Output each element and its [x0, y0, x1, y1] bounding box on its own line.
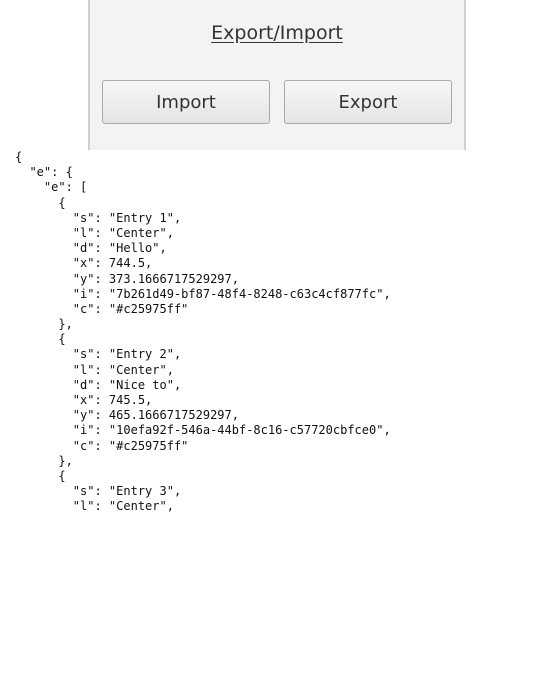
json-line: { — [15, 150, 23, 164]
json-output: { "e": { "e": [ { "s": "Entry 1", "l": "… — [15, 150, 535, 515]
panel-title: Export/Import — [211, 22, 343, 44]
import-button[interactable]: Import — [102, 80, 270, 124]
export-button[interactable]: Export — [284, 80, 452, 124]
json-line: "x": 745.5, — [15, 393, 153, 407]
json-line: "c": "#c25975ff" — [15, 301, 189, 316]
json-line: }, — [15, 317, 73, 332]
json-line: "y": 373.1666717529297, — [15, 271, 239, 286]
json-line: "s": "Entry 1", — [15, 210, 182, 225]
json-line: "y": 465.1666717529297, — [15, 408, 239, 423]
json-line: { — [15, 195, 66, 210]
json-line: }, — [15, 453, 73, 468]
json-line: { — [15, 468, 66, 483]
json-line: "l": "Center", — [15, 499, 174, 514]
json-line: "s": "Entry 3", — [15, 484, 182, 499]
json-line: "d": "Hello", — [15, 241, 167, 256]
json-line: "i": "7b261d49-bf87-48f4-8248-c63c4cf877… — [15, 286, 391, 301]
json-line: "s": "Entry 2", — [15, 347, 182, 362]
json-line: "e": [ — [15, 180, 88, 195]
json-line: "x": 744.5, — [15, 256, 153, 271]
json-line: "l": "Center", — [15, 362, 174, 377]
json-line: "c": "#c25975ff" — [15, 438, 189, 453]
json-line: "d": "Nice to", — [15, 377, 182, 392]
json-line: "i": "10efa92f-546a-44bf-8c16-c57720cbfc… — [15, 423, 391, 438]
export-import-panel: Export/Import Import Export — [88, 0, 466, 150]
json-line: { — [15, 332, 66, 347]
json-line: "l": "Center", — [15, 225, 174, 240]
json-line: "e": { — [15, 165, 73, 180]
